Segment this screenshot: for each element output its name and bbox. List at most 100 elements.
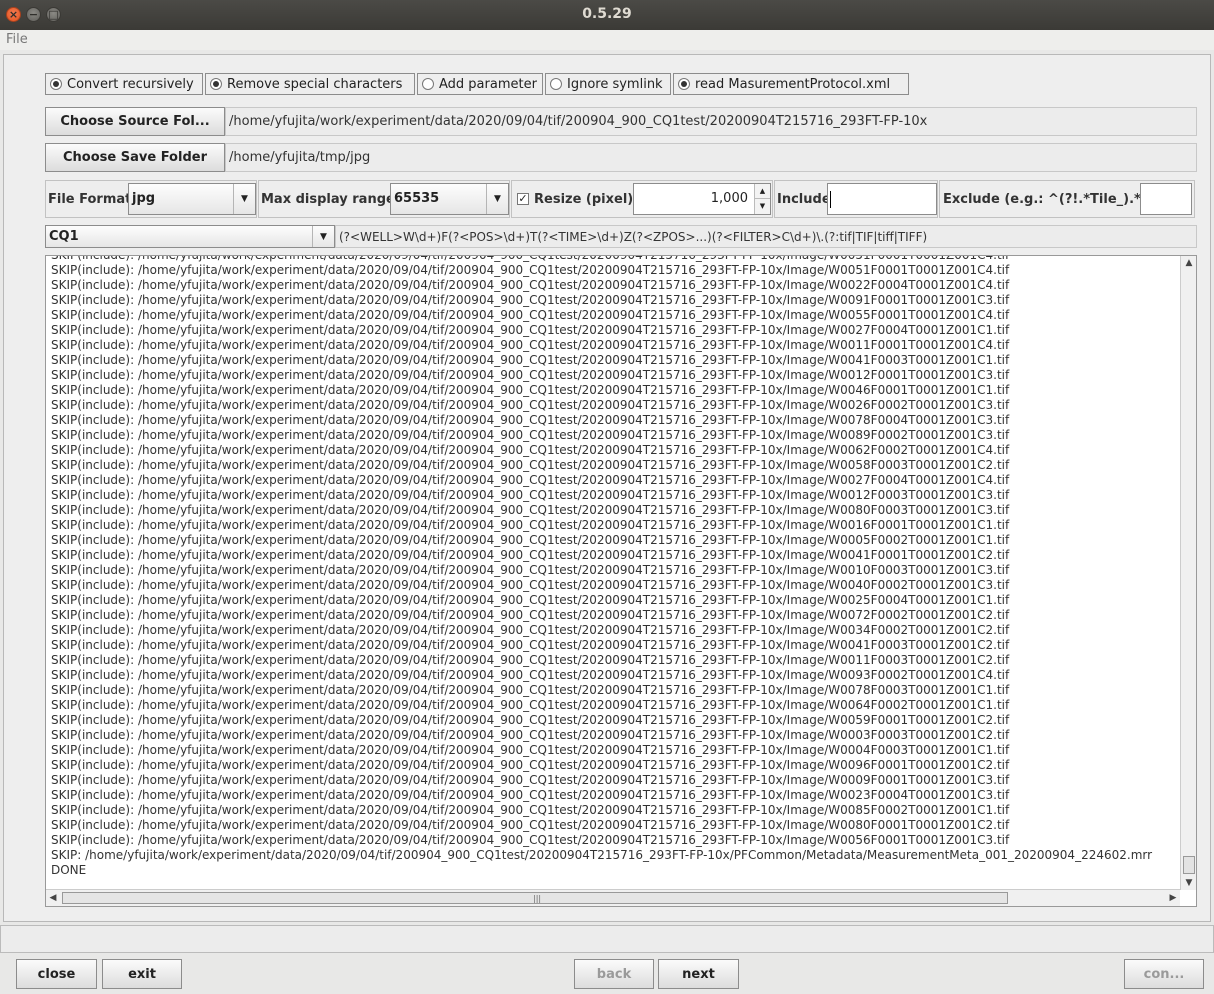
exclude-input[interactable] — [1140, 183, 1192, 215]
horizontal-scroll-thumb[interactable]: ||| — [62, 892, 1008, 904]
radio-icon — [210, 78, 222, 90]
spinner-down-icon[interactable]: ▼ — [754, 199, 770, 214]
pattern-preset-select[interactable]: CQ1 ▼ — [45, 225, 335, 248]
log-line: SKIP(include): /home/yfujita/work/experi… — [51, 428, 1010, 442]
radio-icon — [422, 78, 434, 90]
title-bar: × − □ 0.5.29 — [0, 0, 1214, 30]
log-line: SKIP(include): /home/yfujita/work/experi… — [51, 608, 1010, 622]
scroll-left-icon[interactable]: ◀ — [46, 890, 60, 906]
chevron-down-icon: ▼ — [312, 226, 334, 247]
include-group: Include — [774, 180, 938, 218]
scroll-right-icon[interactable]: ▶ — [1166, 890, 1180, 906]
log-line: SKIP(include): /home/yfujita/work/experi… — [51, 503, 1010, 517]
include-input[interactable] — [827, 183, 937, 215]
log-line: SKIP(include): /home/yfujita/work/experi… — [51, 818, 1010, 832]
log-line: SKIP(include): /home/yfujita/work/experi… — [51, 398, 1010, 412]
menu-file[interactable]: File — [6, 32, 28, 47]
choose-source-folder-button[interactable]: Choose Source Fol... — [45, 107, 225, 136]
radio-icon — [50, 78, 62, 90]
option-convert-recursively[interactable]: Convert recursively — [45, 73, 203, 95]
source-path: /home/yfujita/work/experiment/data/2020/… — [225, 107, 1197, 136]
spinner-up-icon[interactable]: ▲ — [754, 184, 770, 199]
log-line: SKIP(include): /home/yfujita/work/experi… — [51, 278, 1010, 292]
log-line: SKIP(include): /home/yfujita/work/experi… — [51, 518, 1010, 532]
radio-icon — [678, 78, 690, 90]
max-display-range-value: 65535 — [394, 191, 440, 206]
log-line: SKIP(include): /home/yfujita/work/experi… — [51, 683, 1010, 697]
chevron-down-icon: ▼ — [486, 184, 508, 214]
file-format-label: File Format — [48, 192, 132, 207]
log-horizontal-scrollbar[interactable]: ◀ ||| ▶ — [46, 889, 1180, 906]
log-line: SKIP(include): /home/yfujita/work/experi… — [51, 473, 1010, 487]
max-display-range-select[interactable]: 65535 ▼ — [390, 183, 509, 215]
file-format-group: File Format jpg ▼ — [45, 180, 257, 218]
option-label: Remove special characters — [227, 76, 403, 92]
log-line: SKIP(include): /home/yfujita/work/experi… — [51, 353, 1010, 367]
log-lines: SKIP(include): /home/yfujita/work/experi… — [46, 255, 1180, 888]
exit-button[interactable]: exit — [102, 959, 182, 989]
log-line: SKIP(include): /home/yfujita/work/experi… — [51, 638, 1010, 652]
log-area[interactable]: SKIP(include): /home/yfujita/work/experi… — [45, 255, 1197, 907]
pattern-preset-value: CQ1 — [49, 229, 79, 244]
resize-checkbox[interactable]: ✓ — [517, 193, 529, 205]
close-button[interactable]: close — [16, 959, 97, 989]
file-format-select[interactable]: jpg ▼ — [128, 183, 256, 215]
log-line: SKIP(include): /home/yfujita/work/experi… — [51, 743, 1010, 757]
text-cursor — [830, 191, 831, 208]
exclude-label: Exclude (e.g.: ^(?!.*Tile_).*$) — [943, 192, 1156, 207]
chevron-down-icon: ▼ — [233, 184, 255, 214]
continue-button[interactable]: con... — [1124, 959, 1204, 989]
window-title: 0.5.29 — [582, 6, 632, 22]
menu-bar: File — [0, 30, 1214, 50]
log-done-line: DONE — [51, 863, 87, 877]
status-bar — [0, 925, 1214, 953]
grip-icon: ||| — [533, 894, 542, 903]
log-line: SKIP(include): /home/yfujita/work/experi… — [51, 548, 1010, 562]
log-line: SKIP(include): /home/yfujita/work/experi… — [51, 593, 1010, 607]
option-remove-special-characters[interactable]: Remove special characters — [205, 73, 415, 95]
option-label: Ignore symlink — [567, 76, 663, 92]
log-line: SKIP(include): /home/yfujita/work/experi… — [51, 443, 1010, 457]
log-line: SKIP(include): /home/yfujita/work/experi… — [51, 788, 1010, 802]
log-line: SKIP(include): /home/yfujita/work/experi… — [51, 368, 1010, 382]
log-line: SKIP(include): /home/yfujita/work/experi… — [51, 323, 1010, 337]
next-button[interactable]: next — [658, 959, 739, 989]
file-format-value: jpg — [132, 191, 156, 206]
log-line: SKIP(include): /home/yfujita/work/experi… — [51, 563, 1010, 577]
log-line: SKIP(include): /home/yfujita/work/experi… — [51, 623, 1010, 637]
log-line: SKIP(include): /home/yfujita/work/experi… — [51, 255, 1010, 262]
log-line: SKIP(include): /home/yfujita/work/experi… — [51, 578, 1010, 592]
log-line: SKIP(include): /home/yfujita/work/experi… — [51, 698, 1010, 712]
choose-save-folder-button[interactable]: Choose Save Folder — [45, 143, 225, 172]
option-label: Add parameter — [439, 76, 537, 92]
radio-icon — [550, 78, 562, 90]
options-row: Convert recursively Remove special chara… — [45, 73, 911, 95]
resize-label: Resize (pixel) — [534, 192, 634, 207]
log-line: SKIP(include): /home/yfujita/work/experi… — [51, 383, 1010, 397]
include-label: Include — [777, 192, 831, 207]
vertical-scroll-thumb[interactable] — [1183, 856, 1195, 874]
option-add-parameter[interactable]: Add parameter — [417, 73, 543, 95]
log-line: SKIP(include): /home/yfujita/work/experi… — [51, 713, 1010, 727]
log-vertical-scrollbar[interactable]: ▲ ▼ — [1180, 256, 1196, 890]
resize-group: ✓ Resize (pixel) 1,000 ▲ ▼ — [511, 180, 773, 218]
scroll-up-icon[interactable]: ▲ — [1181, 256, 1196, 270]
log-line: SKIP(include): /home/yfujita/work/experi… — [51, 773, 1010, 787]
resize-spinner[interactable]: 1,000 ▲ ▼ — [633, 183, 771, 215]
save-path: /home/yfujita/tmp/jpg — [225, 143, 1197, 172]
back-button[interactable]: back — [574, 959, 654, 989]
option-ignore-symlink[interactable]: Ignore symlink — [545, 73, 671, 95]
pattern-regex: (?<WELL>W\d+)F(?<POS>\d+)T(?<TIME>\d+)Z(… — [335, 225, 1197, 248]
resize-value: 1,000 — [710, 191, 748, 206]
scroll-down-icon[interactable]: ▼ — [1181, 876, 1196, 890]
log-line: SKIP(include): /home/yfujita/work/experi… — [51, 413, 1010, 427]
log-line: SKIP(include): /home/yfujita/work/experi… — [51, 338, 1010, 352]
log-line: SKIP(include): /home/yfujita/work/experi… — [51, 293, 1010, 307]
log-line: SKIP(include): /home/yfujita/work/experi… — [51, 458, 1010, 472]
log-line: SKIP(include): /home/yfujita/work/experi… — [51, 728, 1010, 742]
log-line: SKIP(include): /home/yfujita/work/experi… — [51, 833, 1010, 847]
option-read-measurement-protocol[interactable]: read MasurementProtocol.xml — [673, 73, 909, 95]
max-display-range-group: Max display range 65535 ▼ — [258, 180, 510, 218]
exclude-group: Exclude (e.g.: ^(?!.*Tile_).*$) — [939, 180, 1195, 218]
option-label: Convert recursively — [67, 76, 194, 92]
